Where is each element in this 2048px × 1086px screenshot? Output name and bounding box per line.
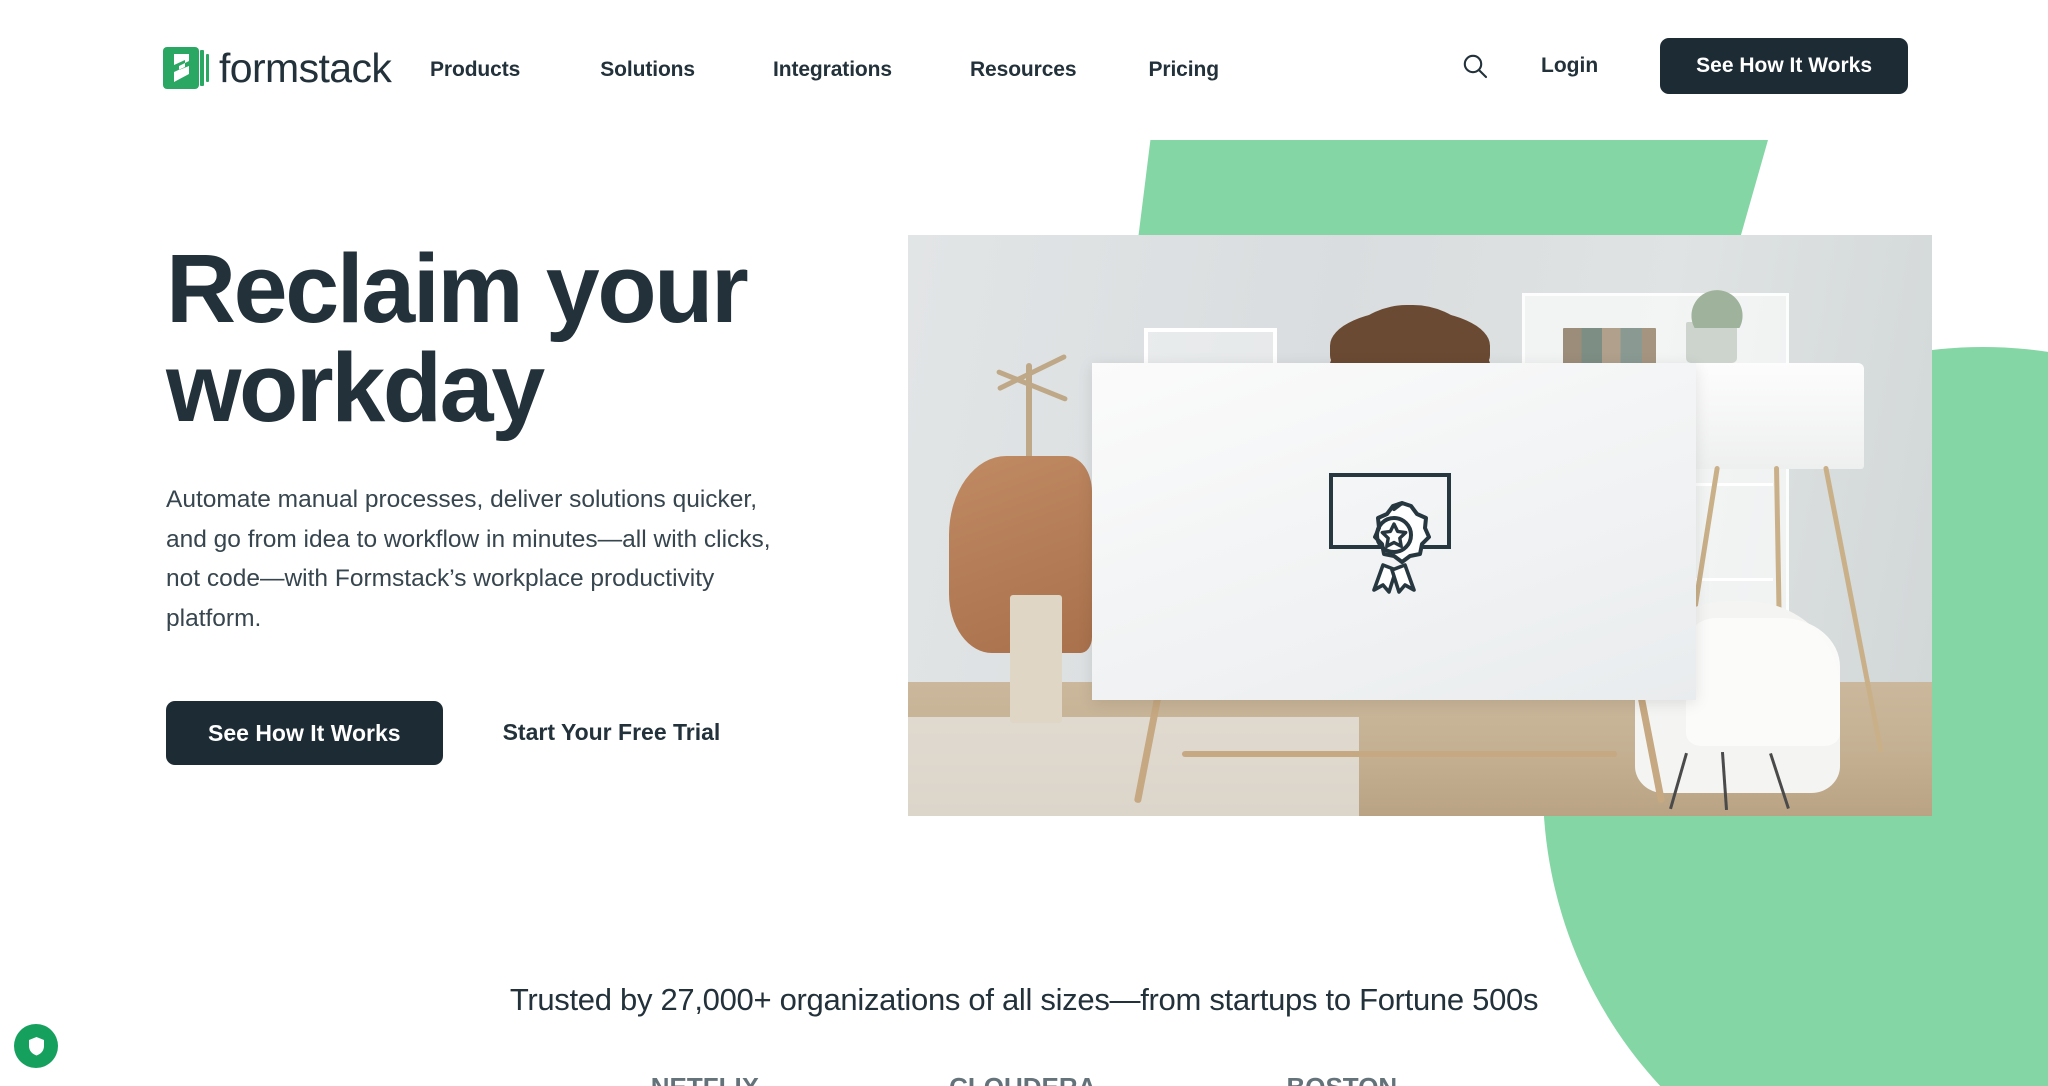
login-link[interactable]: Login: [1541, 54, 1598, 78]
whiteboard: [1092, 362, 1697, 700]
search-button[interactable]: [1454, 45, 1496, 87]
formstack-bolt-icon: [163, 47, 209, 89]
hero-image: [908, 235, 1932, 816]
main-navigation: Products Solutions Integrations Resource…: [430, 58, 1219, 82]
header-see-how-it-works-button[interactable]: See How It Works: [1660, 38, 1908, 94]
social-proof-section: Trusted by 27,000+ organizations of all …: [0, 982, 2048, 1018]
hero-start-free-trial-link[interactable]: Start Your Free Trial: [503, 719, 721, 746]
chair-legs: [1666, 752, 1809, 811]
formstack-logo[interactable]: formstack: [163, 44, 392, 91]
lamp-shade: [1683, 362, 1864, 470]
hero-title: Reclaim your workday: [166, 239, 866, 438]
lightning-bolt-icon: [174, 54, 189, 82]
social-proof-headline: Trusted by 27,000+ organizations of all …: [509, 982, 1539, 1017]
hero-subtitle: Automate manual processes, deliver solut…: [166, 485, 771, 632]
hero-title-line-1: Reclaim your: [166, 234, 749, 343]
hanging-scarf: [1010, 595, 1062, 724]
nav-item-products[interactable]: Products: [430, 58, 520, 82]
throw-blanket: [1686, 618, 1840, 747]
hero-content: Reclaim your workday Automate manual pro…: [166, 239, 866, 765]
formstack-wordmark: formstack: [219, 44, 392, 91]
client-logo-strip: NETFLIX CLOUDERA BOSTON: [0, 1072, 2048, 1086]
nav-item-pricing[interactable]: Pricing: [1148, 58, 1219, 82]
client-logo: CLOUDERA: [949, 1072, 1096, 1086]
client-logo: BOSTON: [1286, 1072, 1397, 1086]
hero-title-line-2: workday: [166, 332, 545, 442]
page-root: formstack Products Solutions Integration…: [0, 0, 2048, 1086]
search-icon: [1463, 54, 1488, 79]
nav-item-resources[interactable]: Resources: [970, 58, 1077, 82]
site-header: formstack Products Solutions Integration…: [0, 0, 2048, 128]
plant-pot: [1686, 322, 1738, 363]
shield-privacy-icon: [28, 1037, 44, 1056]
nav-item-integrations[interactable]: Integrations: [773, 58, 892, 82]
award-certificate-icon: [1329, 472, 1452, 594]
hero-actions: See How It Works Start Your Free Trial: [166, 700, 866, 765]
plant-leaves: [1681, 287, 1753, 328]
nav-item-solutions[interactable]: Solutions: [600, 58, 695, 82]
privacy-settings-button[interactable]: [14, 1024, 58, 1068]
header-actions: Login See How It Works: [1454, 38, 1908, 94]
hero-see-how-it-works-button[interactable]: See How It Works: [166, 700, 443, 765]
room-scene: [908, 235, 1932, 816]
client-logo: NETFLIX: [651, 1072, 759, 1086]
